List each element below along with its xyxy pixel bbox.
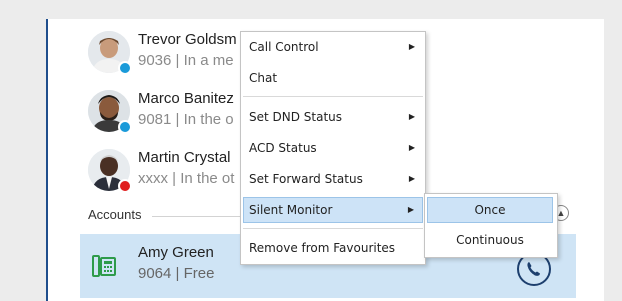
menu-item-set-forward-status[interactable]: Set Forward Status ▶ bbox=[243, 166, 423, 192]
menu-item-silent-monitor[interactable]: Silent Monitor ▶ bbox=[243, 197, 423, 223]
menu-item-chat[interactable]: Chat bbox=[243, 65, 423, 91]
submenu-arrow-icon: ▶ bbox=[408, 42, 415, 51]
status-available-icon bbox=[118, 120, 132, 134]
menu-separator bbox=[243, 228, 423, 229]
phone-desk-icon bbox=[92, 255, 116, 277]
account-name: Amy Green bbox=[138, 244, 214, 261]
submenu-arrow-icon: ▶ bbox=[408, 143, 415, 152]
menu-item-label: Set DND Status bbox=[249, 110, 343, 124]
menu-item-set-dnd-status[interactable]: Set DND Status ▶ bbox=[243, 104, 423, 130]
silent-monitor-submenu: Once Continuous bbox=[424, 193, 558, 258]
contact-detail: 9036 | In a me bbox=[138, 52, 234, 69]
submenu-item-continuous[interactable]: Continuous bbox=[427, 227, 553, 253]
phone-icon bbox=[527, 262, 540, 276]
menu-item-label: Call Control bbox=[249, 40, 319, 54]
menu-item-label: Chat bbox=[249, 71, 278, 85]
menu-item-acd-status[interactable]: ACD Status ▶ bbox=[243, 135, 423, 161]
contact-detail: xxxx | In the ot bbox=[138, 170, 235, 187]
menu-item-label: Set Forward Status bbox=[249, 172, 363, 186]
menu-item-remove-from-favourites[interactable]: Remove from Favourites bbox=[243, 235, 423, 261]
contact-name: Marco Banitez bbox=[138, 90, 234, 107]
status-available-icon bbox=[118, 61, 132, 75]
contact-name: Martin Crystal bbox=[138, 149, 231, 166]
menu-item-label: Remove from Favourites bbox=[249, 241, 396, 255]
menu-item-label: ACD Status bbox=[249, 141, 317, 155]
contact-context-menu: Call Control ▶ Chat Set DND Status ▶ ACD… bbox=[240, 31, 426, 265]
status-busy-icon bbox=[118, 179, 132, 193]
contact-detail: 9081 | In the o bbox=[138, 111, 234, 128]
submenu-arrow-icon: ▶ bbox=[408, 112, 415, 121]
accounts-section-label: Accounts bbox=[88, 207, 142, 222]
menu-separator bbox=[243, 96, 423, 97]
account-detail: 9064 | Free bbox=[138, 265, 215, 282]
submenu-arrow-icon: ▶ bbox=[408, 174, 415, 183]
contact-name: Trevor Goldsm bbox=[138, 31, 237, 48]
submenu-arrow-icon: ▶ bbox=[407, 205, 414, 214]
submenu-item-once[interactable]: Once bbox=[427, 197, 553, 223]
menu-item-label: Silent Monitor bbox=[249, 203, 333, 217]
menu-item-call-control[interactable]: Call Control ▶ bbox=[243, 34, 423, 60]
